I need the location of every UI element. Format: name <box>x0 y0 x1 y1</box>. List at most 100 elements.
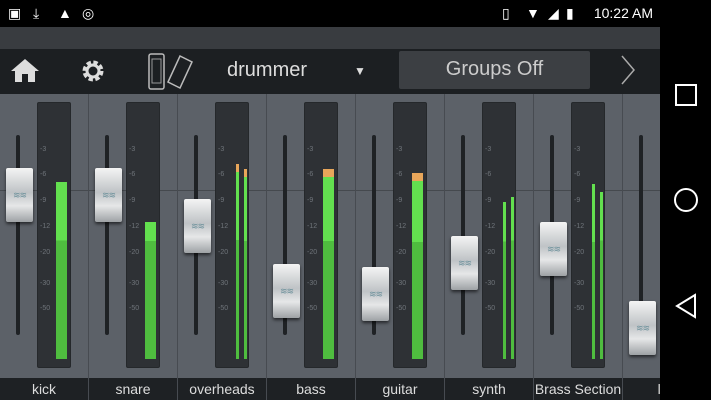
meter-scale-label: -30 <box>396 280 407 287</box>
meter-scale-label: -50 <box>129 305 140 312</box>
meter-scale-label: -6 <box>307 171 314 178</box>
meter-scale-label: -20 <box>307 249 318 256</box>
home-nav-button[interactable] <box>673 187 699 213</box>
fader-grip-icon: ≋≋ <box>279 285 294 296</box>
wifi-icon: ▼ <box>526 5 540 21</box>
home-icon <box>11 59 39 82</box>
peak-indicator <box>236 164 239 172</box>
meter-scale-label: -6 <box>218 171 225 178</box>
clock: 10:22 AM <box>593 5 653 21</box>
level-meter: -3 -6 -9 -12 -20 -30 -50 <box>393 102 427 368</box>
recents-button[interactable] <box>674 83 698 107</box>
meter-scale-label: -30 <box>40 280 51 287</box>
groups-toggle-button[interactable]: Groups Off <box>399 51 590 89</box>
meter-scale-label: -3 <box>485 146 492 153</box>
meter-bar <box>600 192 603 359</box>
fader-grip-icon: ≋≋ <box>12 189 27 200</box>
peak-indicator <box>323 169 334 177</box>
meter-scale-label: -30 <box>218 280 229 287</box>
gallery-icon: ▣ <box>8 5 22 21</box>
fader-track[interactable] <box>461 135 465 335</box>
channel-name[interactable]: overheads <box>178 378 266 400</box>
meter-scale-label: -6 <box>40 171 47 178</box>
phone-rotate-icon <box>148 53 193 90</box>
fader-handle[interactable]: ≋≋ <box>362 267 389 321</box>
meter-bar <box>236 164 239 359</box>
meter-scale-label: -12 <box>485 223 496 230</box>
meter-scale-label: -9 <box>396 197 403 204</box>
meter-bar <box>145 222 156 359</box>
meter-scale-label: -50 <box>218 305 229 312</box>
settings-button[interactable] <box>80 58 106 89</box>
meter-scale-label: -9 <box>574 197 581 204</box>
vibrate-icon: ▯ <box>502 5 510 21</box>
meter-scale-label: -3 <box>129 146 136 153</box>
meter-scale-label: -30 <box>129 280 140 287</box>
download-icon: ⤓ <box>33 5 40 21</box>
meter-scale-label: -12 <box>574 223 585 230</box>
level-meter: -3 -6 -9 -12 -20 -30 -50 <box>126 102 160 368</box>
rotate-lock-button[interactable] <box>146 52 194 97</box>
fader-handle[interactable]: ≋≋ <box>273 264 300 318</box>
meter-scale-label: -20 <box>218 249 229 256</box>
meter-scale-label: -12 <box>307 223 318 230</box>
channel-strip: -3 -6 -9 -12 -20 -30 -50 ≋≋ Brass Section <box>534 94 623 400</box>
channel-strip: -3 -6 -9 -12 -20 -30 -50 ≋≋ synth <box>445 94 534 400</box>
meter-scale-label: -3 <box>307 146 314 153</box>
fader-grip-icon: ≋≋ <box>368 288 383 299</box>
meter-scale-label: -12 <box>129 223 140 230</box>
channel-strip: -3 -6 -9 -12 -20 -30 -50 ≋≋ snare <box>89 94 178 400</box>
fader-grip-icon: ≋≋ <box>635 322 650 333</box>
fader-handle[interactable]: ≋≋ <box>451 236 478 290</box>
meter-scale-label: -9 <box>218 197 225 204</box>
meter-scale-label: -9 <box>307 197 314 204</box>
gear-icon <box>82 60 104 82</box>
channel-name[interactable]: guitar <box>356 378 444 400</box>
navigation-bar <box>660 27 711 400</box>
channel-name[interactable]: kick <box>0 378 88 400</box>
channel-strip: -3 -6 -9 -12 -20 -30 -50 ≋≋ kick <box>0 94 89 400</box>
fader-handle[interactable]: ≋≋ <box>629 301 656 355</box>
peak-indicator <box>412 173 423 181</box>
level-meter: -3 -6 -9 -12 -20 -30 -50 <box>482 102 516 368</box>
meter-scale-label: -20 <box>129 249 140 256</box>
meter-scale-label: -6 <box>574 171 581 178</box>
meter-scale-label: -50 <box>40 305 51 312</box>
meter-bar <box>244 169 247 359</box>
meter-scale-label: -3 <box>218 146 225 153</box>
next-page-button[interactable] <box>618 54 638 91</box>
fader-grip-icon: ≋≋ <box>190 220 205 231</box>
channel-name[interactable]: lea <box>623 378 660 400</box>
battery-icon: ▮ <box>566 5 574 21</box>
meter-scale-label: -20 <box>485 249 496 256</box>
level-meter: -3 -6 -9 -12 -20 -30 -50 <box>304 102 338 368</box>
fader-track[interactable] <box>105 135 109 335</box>
meter-scale-label: -6 <box>396 171 403 178</box>
dropdown-arrow-icon[interactable]: ▼ <box>354 64 366 78</box>
fader-handle[interactable]: ≋≋ <box>6 168 33 222</box>
back-button[interactable] <box>674 293 698 319</box>
meter-bar <box>503 202 506 359</box>
meter-scale-label: -30 <box>307 280 318 287</box>
fader-handle[interactable]: ≋≋ <box>540 222 567 276</box>
home-button[interactable] <box>10 57 40 88</box>
channel-name[interactable]: Brass Section <box>534 378 622 400</box>
channel-strip: -3 -6 -9 -12 -20 -30 -50 ≋≋ overheads <box>178 94 267 400</box>
toolbar: drummer ▼ Groups Off <box>0 49 660 94</box>
channel-strip: ≋≋ lea <box>623 94 660 400</box>
peak-indicator <box>244 169 247 177</box>
meter-scale-label: -30 <box>485 280 496 287</box>
fader-handle[interactable]: ≋≋ <box>95 168 122 222</box>
meter-scale-label: -50 <box>307 305 318 312</box>
fader-track[interactable] <box>16 135 20 335</box>
meter-bar <box>592 184 595 359</box>
mix-selector[interactable]: drummer <box>227 59 307 82</box>
mixer-strips: -3 -6 -9 -12 -20 -30 -50 ≋≋ kick -3 -6 -9 -12 -20 -30… <box>0 94 660 400</box>
meter-bar <box>412 173 423 359</box>
level-meter: -3 -6 -9 -12 -20 -30 -50 <box>571 102 605 368</box>
channel-name[interactable]: bass <box>267 378 355 400</box>
fader-handle[interactable]: ≋≋ <box>184 199 211 253</box>
channel-name[interactable]: snare <box>89 378 177 400</box>
channel-name[interactable]: synth <box>445 378 533 400</box>
level-meter: -3 -6 -9 -12 -20 -30 -50 <box>37 102 71 368</box>
